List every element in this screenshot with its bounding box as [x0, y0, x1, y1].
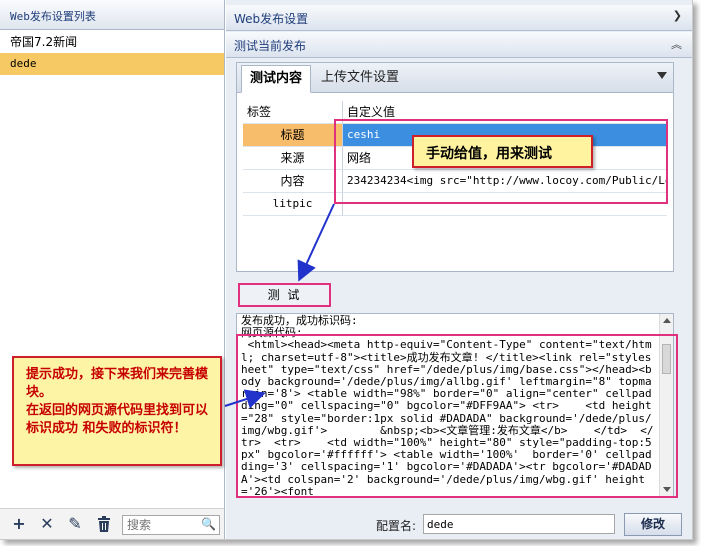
column-header-value: 自定义值: [343, 101, 667, 124]
web-settings-title: Web发布设置: [234, 12, 309, 26]
search-icon[interactable]: 🔍: [201, 517, 216, 531]
grid-header-row: 标签 自定义值: [243, 101, 667, 124]
test-button[interactable]: 测 试: [238, 283, 331, 307]
row-value[interactable]: [343, 193, 667, 216]
edit-button[interactable]: 修改: [624, 513, 682, 536]
plus-icon[interactable]: +: [9, 514, 29, 534]
web-settings-section-header[interactable]: Web发布设置 ❯: [226, 5, 692, 31]
publish-settings-detail-panel: Web发布设置 ❯ 测试当前发布 ︽ 测试内容 上传文件设置 标签 自定义值 标…: [226, 0, 692, 539]
tab-strip: 测试内容 上传文件设置: [237, 63, 673, 93]
x-icon[interactable]: ✕: [37, 514, 57, 534]
pencil-icon[interactable]: ✎: [65, 514, 85, 534]
callout-success-hint: 提示成功，接下来我们来完善模块。 在返回的网页源代码里找到可以标识成功 和失败的…: [12, 356, 222, 466]
result-output-box[interactable]: 发布成功，成功标识码: 网页源代码: <html><head><meta htt…: [236, 313, 674, 497]
search-box: 🔍: [122, 515, 220, 535]
scroll-thumb[interactable]: [662, 344, 671, 374]
callout-success-text: 提示成功，接下来我们来完善模块。 在返回的网页源代码里找到可以标识成功 和失败的…: [26, 367, 209, 436]
scroll-up-icon[interactable]: [663, 318, 671, 323]
tab-dropdown-icon[interactable]: [657, 72, 667, 79]
list-panel-title: Web发布设置列表: [0, 0, 224, 30]
chevron-down-icon[interactable]: ❯: [673, 9, 682, 22]
row-value[interactable]: 234234234<img src="http://www.locoy.com/…: [343, 170, 667, 193]
test-section-title: 测试当前发布: [234, 39, 307, 53]
row-tag: litpic: [243, 193, 343, 216]
table-row[interactable]: litpic: [243, 193, 667, 216]
config-name-field[interactable]: dede: [423, 514, 615, 534]
search-input[interactable]: [123, 516, 201, 534]
result-scrollbar[interactable]: [659, 314, 673, 496]
row-tag: 标题: [243, 124, 343, 147]
tab-test-content[interactable]: 测试内容: [241, 65, 312, 93]
list-item-selected[interactable]: dede: [0, 53, 224, 75]
config-bar: 配置名: dede 修改: [226, 507, 692, 539]
list-item[interactable]: 帝国7.2新闻: [0, 31, 224, 53]
callout-manual-values: 手动给值，用来测试: [412, 135, 593, 168]
table-row[interactable]: 内容 234234234<img src="http://www.locoy.c…: [243, 170, 667, 193]
tab-upload-settings[interactable]: 上传文件设置: [313, 65, 407, 93]
result-text: 发布成功，成功标识码: 网页源代码: <html><head><meta htt…: [241, 314, 654, 497]
scroll-down-icon[interactable]: [663, 487, 671, 492]
config-name-label: 配置名:: [376, 519, 417, 533]
chevron-up-icon[interactable]: ︽: [671, 36, 682, 52]
column-header-tag: 标签: [243, 101, 343, 124]
trash-icon[interactable]: [94, 514, 114, 534]
list-toolbar: + ✕ ✎ 🔍: [0, 508, 224, 539]
row-tag: 内容: [243, 170, 343, 193]
row-tag: 来源: [243, 147, 343, 170]
settings-list: 帝国7.2新闻 dede: [0, 31, 224, 75]
test-section-header[interactable]: 测试当前发布 ︽: [226, 32, 692, 58]
